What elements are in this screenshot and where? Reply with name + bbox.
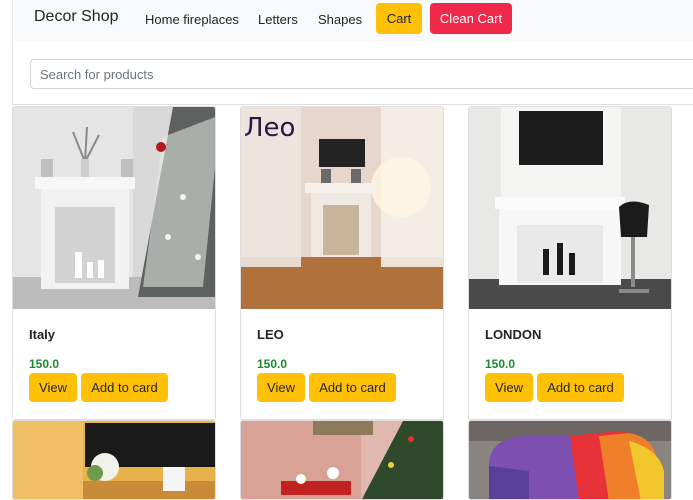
product-title: LEO: [257, 327, 284, 342]
product-card-italy: Italy 150.0 View Add to card: [12, 106, 216, 420]
add-to-cart-button[interactable]: Add to card: [309, 373, 396, 402]
product-image-caption: Лео: [244, 113, 296, 143]
navbar: Decor Shop Home fireplaces Letters Shape…: [12, 0, 693, 42]
view-button[interactable]: View: [257, 373, 305, 402]
product-image[interactable]: [469, 421, 671, 499]
nav-link-letters[interactable]: Letters: [258, 12, 298, 27]
product-price: 150.0: [485, 357, 516, 371]
view-button[interactable]: View: [485, 373, 533, 402]
product-price: 150.0: [29, 357, 60, 371]
product-image-italy[interactable]: [13, 107, 215, 309]
product-image[interactable]: [13, 421, 215, 499]
search-input[interactable]: [30, 59, 693, 89]
product-title: Italy: [29, 327, 56, 342]
nav-link-home-fireplaces[interactable]: Home fireplaces: [145, 12, 239, 27]
view-button[interactable]: View: [29, 373, 77, 402]
clean-cart-button[interactable]: Clean Cart: [430, 3, 512, 34]
search-bar: [12, 42, 693, 105]
product-card-row2-1: [12, 420, 216, 500]
product-image-london[interactable]: [469, 107, 671, 309]
product-card-london: LONDON 150.0 View Add to card: [468, 106, 672, 420]
product-card-leo: Лео LEO 150.0 View Add to card: [240, 106, 444, 420]
brand-link[interactable]: Decor Shop: [34, 8, 119, 26]
product-card-row2-3: [468, 420, 672, 500]
product-price: 150.0: [257, 357, 288, 371]
product-image[interactable]: [241, 421, 443, 499]
product-title: LONDON: [485, 327, 542, 342]
product-card-row2-2: [240, 420, 444, 500]
nav-link-shapes[interactable]: Shapes: [318, 12, 362, 27]
product-image-leo[interactable]: Лео: [241, 107, 443, 309]
add-to-cart-button[interactable]: Add to card: [81, 373, 168, 402]
cart-button[interactable]: Cart: [376, 3, 422, 34]
add-to-cart-button[interactable]: Add to card: [537, 373, 624, 402]
